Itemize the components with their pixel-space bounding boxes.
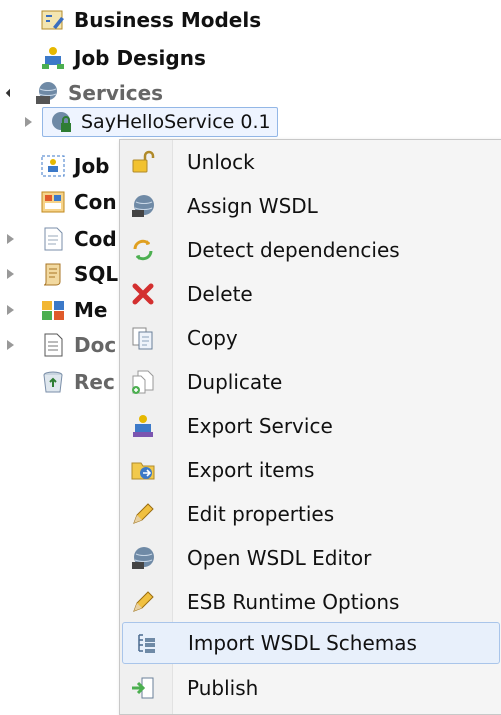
tree-item-sayhelloservice[interactable]: SayHelloService 0.1 [22, 102, 278, 142]
export-items-icon [130, 457, 156, 483]
unlock-icon [130, 149, 156, 175]
menu-item-label: Import WSDL Schemas [188, 631, 417, 655]
job-designs-icon [40, 45, 66, 71]
menu-item-open-wsdl-editor[interactable]: Open WSDL Editor [120, 536, 501, 580]
menu-item-label: Open WSDL Editor [187, 546, 372, 570]
menu-item-label: Duplicate [187, 370, 283, 394]
delete-icon [130, 281, 156, 307]
duplicate-icon [130, 369, 156, 395]
tree-item-joblet[interactable]: Job [40, 146, 110, 186]
tree-item-label: SayHelloService 0.1 [81, 111, 271, 133]
tree-item-recycle-bin[interactable]: Rec [40, 362, 115, 402]
tree-item-code[interactable]: Cod [4, 219, 117, 259]
tree-item-label: Cod [74, 227, 117, 251]
pencil-icon [130, 501, 156, 527]
menu-item-import-wsdl-schemas[interactable]: Import WSDL Schemas [122, 622, 500, 664]
documentation-icon [40, 332, 66, 358]
tree-item-documentation[interactable]: Doc [4, 325, 116, 365]
menu-item-unlock[interactable]: Unlock [120, 140, 501, 184]
menu-item-assign-wsdl[interactable]: Assign WSDL [120, 184, 501, 228]
menu-item-label: Unlock [187, 150, 255, 174]
tree-item-label: SQL [74, 262, 119, 286]
menu-item-label: ESB Runtime Options [187, 590, 400, 614]
wsdl-globe-icon [130, 545, 156, 571]
import-schemas-icon [133, 630, 159, 656]
menu-item-label: Export Service [187, 414, 333, 438]
publish-icon [130, 675, 156, 701]
tree-item-label: Doc [74, 333, 117, 357]
menu-item-label: Edit properties [187, 502, 335, 526]
wsdl-globe-icon [130, 193, 156, 219]
expand-toggle-icon[interactable] [4, 233, 16, 245]
service-locked-icon [49, 109, 75, 135]
export-service-icon [130, 413, 156, 439]
code-icon [40, 226, 66, 252]
menu-item-esb-runtime-options[interactable]: ESB Runtime Options [120, 580, 501, 624]
expand-toggle-icon[interactable] [4, 87, 16, 99]
expand-toggle-icon[interactable] [4, 304, 16, 316]
menu-item-label: Detect dependencies [187, 238, 400, 262]
menu-item-duplicate[interactable]: Duplicate [120, 360, 501, 404]
tree-item-sql-templates[interactable]: SQL [4, 254, 118, 294]
selected-item-highlight: SayHelloService 0.1 [42, 107, 278, 137]
menu-item-export-service[interactable]: Export Service [120, 404, 501, 448]
menu-item-copy[interactable]: Copy [120, 316, 501, 360]
menu-item-label: Copy [187, 326, 238, 350]
recycle-bin-icon [40, 369, 66, 395]
contexts-icon [40, 189, 66, 215]
menu-item-label: Assign WSDL [187, 194, 318, 218]
menu-item-label: Publish [187, 676, 259, 700]
tree-item-label: Me [74, 298, 108, 322]
metadata-icon [40, 297, 66, 323]
tree-item-business-models[interactable]: Business Models [40, 0, 261, 40]
context-menu: Unlock Assign WSDL Detect dependencies D… [119, 139, 501, 715]
business-models-icon [40, 7, 66, 33]
expand-toggle-icon[interactable] [22, 116, 34, 128]
tree-item-label: Job [74, 154, 110, 178]
tree-item-job-designs[interactable]: Job Designs [40, 38, 206, 78]
menu-item-export-items[interactable]: Export items [120, 448, 501, 492]
joblet-icon [40, 153, 66, 179]
expand-toggle-icon[interactable] [4, 268, 16, 280]
menu-item-label: Export items [187, 458, 315, 482]
menu-item-detect-dependencies[interactable]: Detect dependencies [120, 228, 501, 272]
copy-icon [130, 325, 156, 351]
tree-item-metadata[interactable]: Me [4, 290, 107, 330]
tree-item-label: Job Designs [74, 46, 206, 70]
tree-item-label: Rec [74, 370, 115, 394]
menu-item-edit-properties[interactable]: Edit properties [120, 492, 501, 536]
pencil-icon [130, 589, 156, 615]
sql-templates-icon [40, 261, 66, 287]
expand-toggle-icon[interactable] [4, 339, 16, 351]
menu-item-delete[interactable]: Delete [120, 272, 501, 316]
detect-dependencies-icon [130, 237, 156, 263]
tree-item-contexts[interactable]: Con [40, 182, 117, 222]
menu-item-publish[interactable]: Publish [120, 666, 501, 710]
tree-item-label: Business Models [74, 8, 262, 32]
tree-item-label: Con [74, 190, 117, 214]
menu-item-label: Delete [187, 282, 253, 306]
